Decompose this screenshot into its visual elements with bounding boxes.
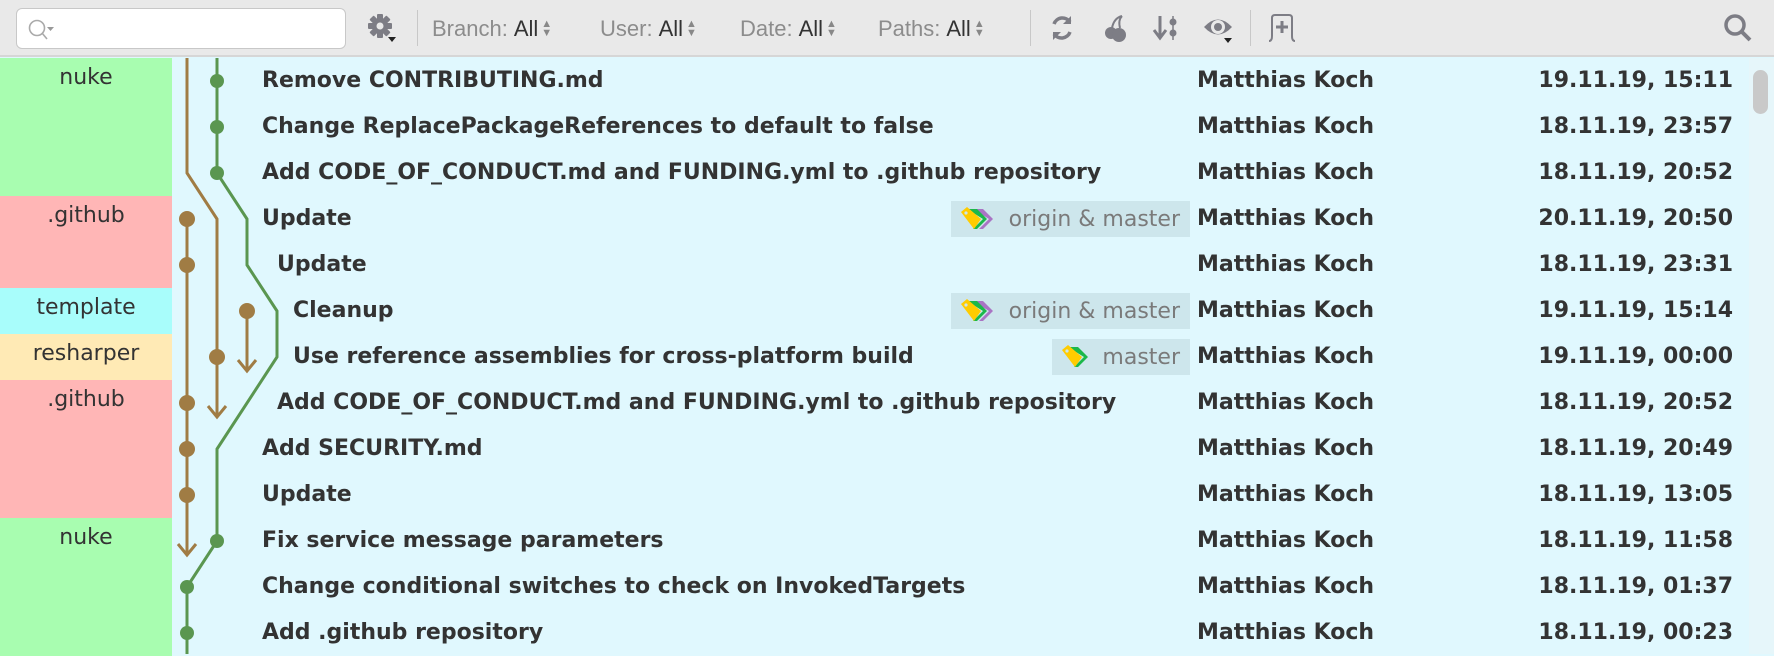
commit-row[interactable]: Remove CONTRIBUTING.md Matthias Koch 19.11… xyxy=(0,58,1745,104)
sort-icon[interactable] xyxy=(1150,12,1182,44)
tag-label: master xyxy=(1102,344,1180,370)
user-filter-label: User: xyxy=(600,15,653,41)
commit-author: Matthias Koch xyxy=(1197,620,1375,645)
commit-subject: Change ReplacePackageReferences to defau… xyxy=(262,114,934,139)
updown-icon: ▲ ▼ xyxy=(686,17,697,39)
commit-date: 18.11.19, 20:52 xyxy=(1538,390,1733,415)
updown-icon: ▲ ▼ xyxy=(973,17,985,39)
paths-filter[interactable]: Paths: All ▲ ▼ xyxy=(878,0,985,57)
commit-author: Matthias Koch xyxy=(1197,344,1375,369)
scrollbar[interactable] xyxy=(1749,58,1774,654)
commit-author: Matthias Koch xyxy=(1197,252,1375,277)
eye-icon[interactable] xyxy=(1202,12,1234,44)
commit-date: 19.11.19, 00:00 xyxy=(1538,344,1733,369)
commit-row[interactable]: Change ReplacePackageReferences to defau… xyxy=(0,104,1745,150)
commit-row[interactable]: Change conditional switches to check on … xyxy=(0,564,1745,610)
paths-filter-value: All xyxy=(946,15,971,41)
commit-row[interactable]: Cleanup origin & master Matthias Koch 19.11… xyxy=(0,288,1745,334)
commit-row[interactable]: Add SECURITY.md Matthias Koch 18.11.19, 20… xyxy=(0,426,1745,472)
gear-icon[interactable] xyxy=(366,12,398,44)
user-filter-value: All xyxy=(658,15,684,41)
commit-date: 18.11.19, 20:52 xyxy=(1538,160,1733,185)
branch-tag[interactable]: origin & master xyxy=(950,293,1190,329)
tag-icon xyxy=(1062,345,1089,367)
commit-row[interactable]: Add CODE_OF_CONDUCT.md and FUNDING.yml t… xyxy=(0,150,1745,196)
commit-date: 18.11.19, 20:49 xyxy=(1538,436,1733,461)
commit-subject: Update xyxy=(277,252,367,277)
commit-date: 18.11.19, 23:57 xyxy=(1538,114,1733,139)
user-filter[interactable]: User: All ▲ ▼ xyxy=(600,0,697,57)
commit-author: Matthias Koch xyxy=(1197,528,1375,553)
commit-subject: Fix service message parameters xyxy=(262,528,664,553)
toolbar-divider xyxy=(1250,10,1251,46)
tag-label: origin & master xyxy=(1008,206,1180,232)
updown-icon: ▲ ▼ xyxy=(826,17,837,39)
commit-author: Matthias Koch xyxy=(1197,574,1375,599)
commit-subject: Add .github repository xyxy=(262,620,544,645)
commit-author: Matthias Koch xyxy=(1197,160,1375,185)
branch-tag[interactable]: origin & master xyxy=(950,201,1190,237)
commit-author: Matthias Koch xyxy=(1197,390,1375,415)
tag-icon xyxy=(960,299,993,321)
tag-label: origin & master xyxy=(1008,298,1180,324)
commit-row[interactable]: Fix service message parameters Matthias K… xyxy=(0,518,1745,564)
commit-date: 18.11.19, 01:37 xyxy=(1538,574,1733,599)
commit-subject: Cleanup xyxy=(293,298,394,323)
updown-icon: ▲ ▼ xyxy=(541,17,553,39)
commit-row[interactable]: Add CODE_OF_CONDUCT.md and FUNDING.yml t… xyxy=(0,380,1745,426)
commit-date: 18.11.19, 23:31 xyxy=(1538,252,1733,277)
scrollbar-thumb[interactable] xyxy=(1753,70,1768,114)
toolbar-divider xyxy=(1030,10,1031,46)
commit-subject: Use reference assemblies for cross-platf… xyxy=(293,344,914,369)
commit-row[interactable]: Update Matthias Koch 18.11.19, 13:05 xyxy=(0,472,1745,518)
commit-subject: Add CODE_OF_CONDUCT.md and FUNDING.yml t… xyxy=(277,390,1117,415)
search-icon[interactable] xyxy=(1722,12,1754,44)
branch-tag[interactable]: master xyxy=(1052,339,1190,375)
toolbar-divider xyxy=(417,10,418,46)
commit-author: Matthias Koch xyxy=(1197,68,1375,93)
refresh-icon[interactable] xyxy=(1046,12,1078,44)
commit-subject: Change conditional switches to check on … xyxy=(262,574,966,599)
commit-subject: Add SECURITY.md xyxy=(262,436,483,461)
date-filter[interactable]: Date: All ▲ ▼ xyxy=(740,0,837,57)
commit-row[interactable]: Use reference assemblies for cross-platf… xyxy=(0,334,1745,380)
branch-filter[interactable]: Branch: All ▲ ▼ xyxy=(432,0,552,57)
branch-filter-label: Branch: xyxy=(432,15,508,41)
new-tab-icon[interactable] xyxy=(1266,12,1298,44)
commit-subject: Remove CONTRIBUTING.md xyxy=(262,68,604,93)
commit-row[interactable]: Update origin & master Matthias Koch 20.11.… xyxy=(0,196,1745,242)
commit-row[interactable]: Update Matthias Koch 18.11.19, 23:31 xyxy=(0,242,1745,288)
commit-author: Matthias Koch xyxy=(1197,206,1375,231)
commit-subject: Update xyxy=(262,482,352,507)
commit-date: 19.11.19, 15:14 xyxy=(1538,298,1733,323)
commit-date: 18.11.19, 13:05 xyxy=(1538,482,1733,507)
commit-date: 19.11.19, 15:11 xyxy=(1538,68,1733,93)
commit-row[interactable]: Add .github repository Matthias Koch 18.11… xyxy=(0,610,1745,656)
date-filter-value: All xyxy=(798,15,824,41)
commit-date: 18.11.19, 00:23 xyxy=(1538,620,1733,645)
commit-author: Matthias Koch xyxy=(1197,436,1375,461)
tag-icon xyxy=(960,207,993,229)
branch-filter-value: All xyxy=(513,15,539,41)
commit-subject: Add CODE_OF_CONDUCT.md and FUNDING.yml t… xyxy=(262,160,1102,185)
commit-subject: Update xyxy=(262,206,352,231)
commit-author: Matthias Koch xyxy=(1197,482,1375,507)
commit-date: 20.11.19, 20:50 xyxy=(1538,206,1733,231)
paths-filter-label: Paths: xyxy=(878,15,941,41)
commit-author: Matthias Koch xyxy=(1197,114,1375,139)
commit-author: Matthias Koch xyxy=(1197,298,1375,323)
cherry-pick-icon[interactable] xyxy=(1100,12,1132,44)
commit-date: 18.11.19, 11:58 xyxy=(1538,528,1733,553)
date-filter-label: Date: xyxy=(740,15,793,41)
